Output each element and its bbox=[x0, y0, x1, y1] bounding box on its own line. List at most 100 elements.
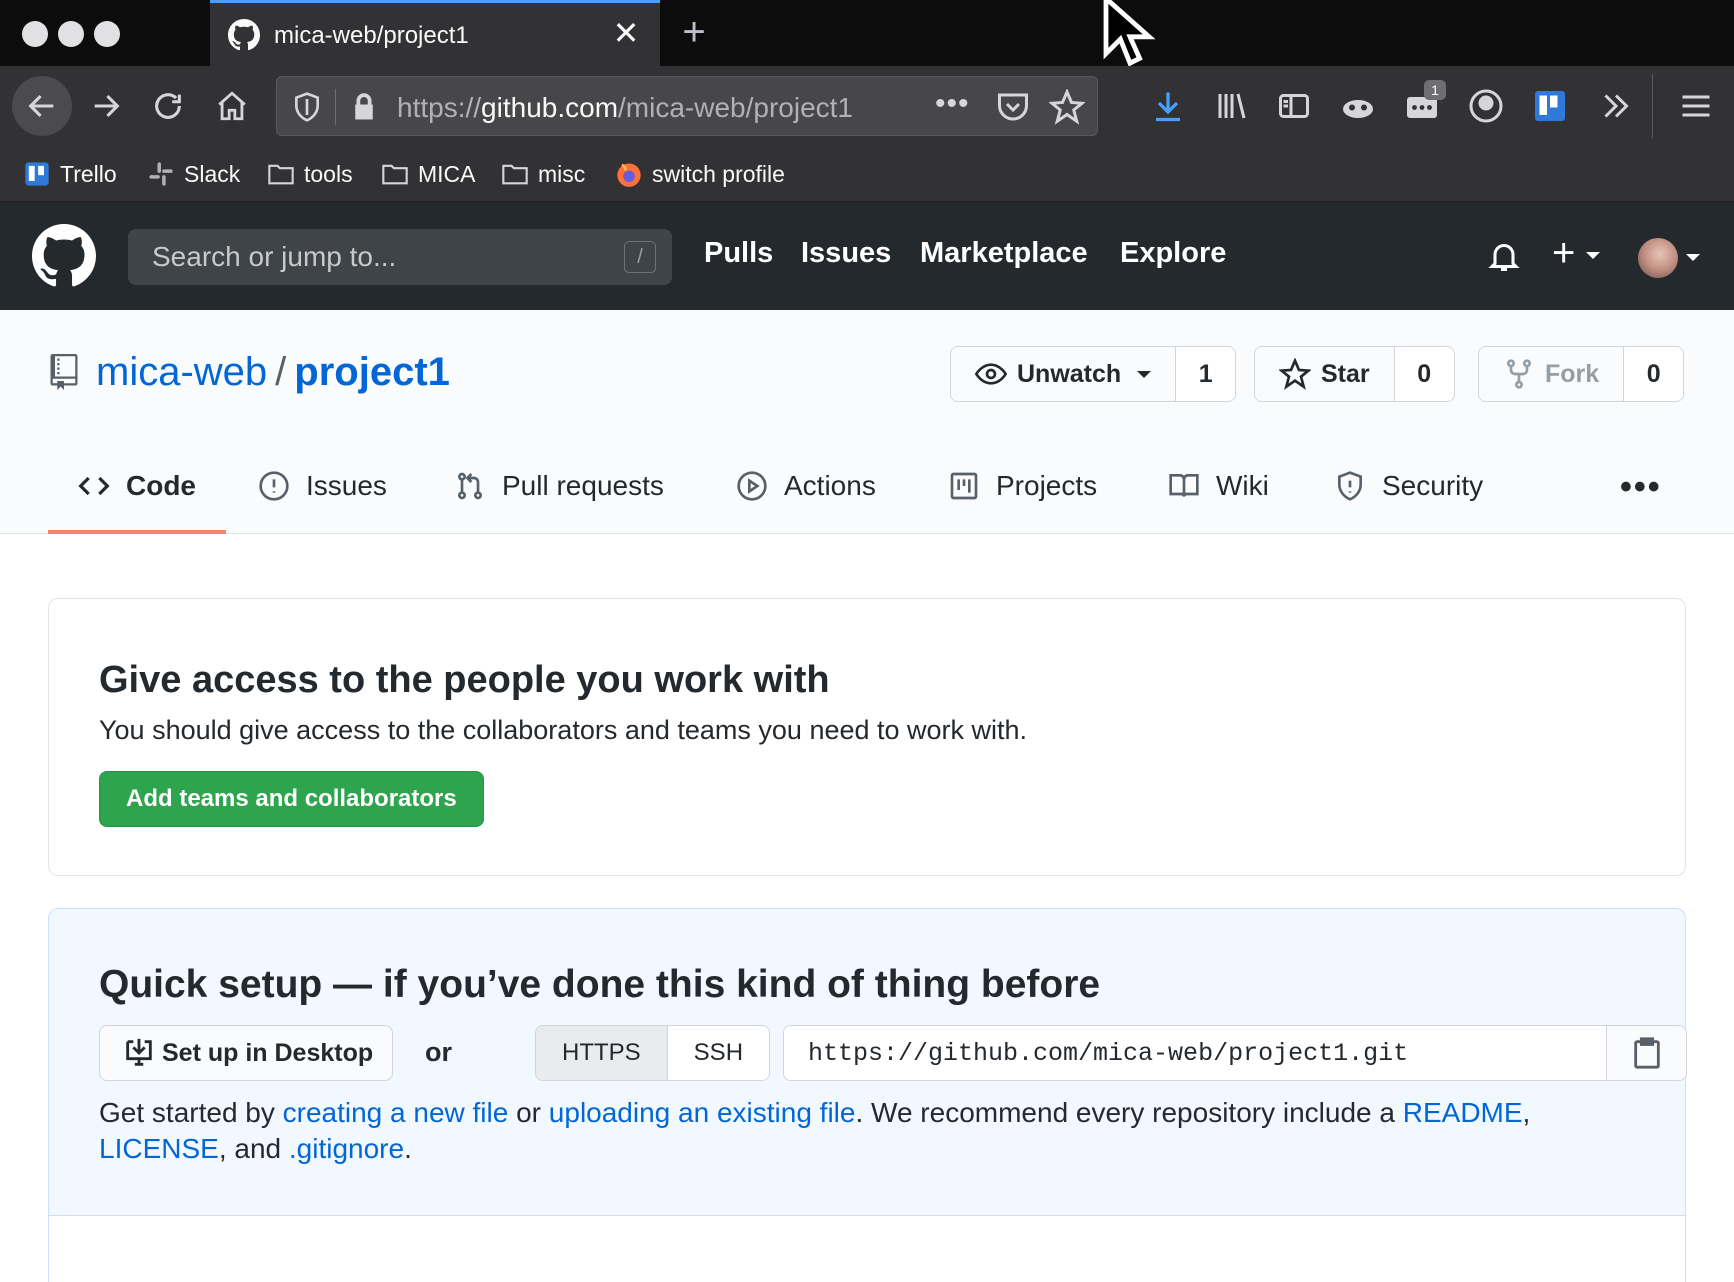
nav-link-explore[interactable]: Explore bbox=[1120, 237, 1226, 270]
bookmark-switch-profile[interactable]: switch profile bbox=[614, 158, 785, 190]
tab-label: Security bbox=[1382, 470, 1484, 501]
sidebar-toggle-icon[interactable] bbox=[1276, 88, 1312, 124]
book-icon bbox=[1169, 474, 1199, 497]
clone-url-input[interactable] bbox=[784, 1026, 1608, 1080]
bookmark-slack[interactable]: Slack bbox=[146, 158, 240, 190]
star-count[interactable]: 0 bbox=[1393, 347, 1454, 401]
readme-link[interactable]: README bbox=[1403, 1097, 1523, 1128]
star-button[interactable]: Star bbox=[1255, 347, 1394, 401]
slack-icon bbox=[149, 162, 173, 186]
chevron-down-icon bbox=[1137, 370, 1152, 378]
nav-link-pulls[interactable]: Pulls bbox=[704, 237, 773, 270]
quick-setup-title: Quick setup — if you’ve done this kind o… bbox=[99, 963, 1101, 1006]
bookmark-mica[interactable]: MICA bbox=[380, 158, 476, 190]
tab-code[interactable]: Code bbox=[48, 460, 226, 534]
bookmark-misc[interactable]: misc bbox=[500, 158, 585, 190]
shield-icon bbox=[1338, 471, 1362, 501]
back-button[interactable] bbox=[12, 76, 72, 136]
more-tabs-kebab-icon[interactable]: ••• bbox=[1620, 468, 1662, 507]
tab-label: Pull requests bbox=[502, 470, 664, 501]
creating-new-file-link[interactable]: creating a new file bbox=[283, 1097, 509, 1128]
home-button[interactable] bbox=[204, 78, 260, 134]
bookmark-star-icon[interactable] bbox=[1049, 89, 1085, 125]
forward-button[interactable] bbox=[78, 78, 134, 134]
user-avatar[interactable] bbox=[1638, 238, 1678, 278]
extension-badge: 1 bbox=[1424, 80, 1446, 100]
tab-actions[interactable]: Actions bbox=[736, 460, 876, 534]
add-teams-collaborators-button[interactable]: Add teams and collaborators bbox=[99, 771, 484, 827]
tab-label: Actions bbox=[784, 470, 876, 501]
browser-tab-active[interactable]: mica-web/project1 ✕ bbox=[210, 0, 660, 66]
chevron-down-icon[interactable] bbox=[1686, 254, 1700, 261]
chevron-down-icon bbox=[1586, 251, 1601, 259]
tab-projects[interactable]: Projects bbox=[948, 460, 1097, 534]
repo-owner-link[interactable]: mica-web bbox=[96, 350, 267, 394]
text-segment: Get started by bbox=[99, 1097, 283, 1128]
bookmark-trello[interactable]: Trello bbox=[22, 158, 117, 190]
pocket-icon[interactable] bbox=[995, 89, 1031, 125]
reload-button[interactable] bbox=[140, 78, 196, 134]
play-icon bbox=[737, 471, 767, 501]
hamburger-menu-icon[interactable] bbox=[1678, 88, 1714, 124]
copy-to-clipboard-button[interactable] bbox=[1606, 1026, 1686, 1080]
tab-close-icon[interactable]: ✕ bbox=[610, 17, 642, 49]
folder-icon bbox=[382, 164, 408, 185]
github-logo-icon[interactable] bbox=[32, 224, 96, 288]
extension-trello-icon[interactable] bbox=[1532, 88, 1568, 124]
or-label: or bbox=[425, 1037, 452, 1067]
fork-button[interactable]: Fork bbox=[1479, 347, 1624, 401]
tab-security[interactable]: Security bbox=[1334, 460, 1483, 534]
url-text[interactable]: https://github.com/mica-web/project1 bbox=[397, 92, 853, 124]
tab-issues[interactable]: Issues bbox=[258, 460, 387, 534]
clone-protocol-toggle: HTTPS SSH bbox=[535, 1025, 771, 1081]
window-close-button[interactable] bbox=[22, 21, 48, 47]
setup-in-desktop-button[interactable]: Set up in Desktop bbox=[99, 1025, 393, 1081]
downloads-icon[interactable] bbox=[1150, 88, 1186, 124]
bookmark-tools[interactable]: tools bbox=[266, 158, 353, 190]
bookmark-label: misc bbox=[538, 160, 586, 187]
fork-count[interactable]: 0 bbox=[1623, 347, 1684, 401]
fork-icon bbox=[1507, 359, 1531, 389]
gitignore-link[interactable]: .gitignore bbox=[289, 1133, 404, 1164]
repository-header: mica-web / project1 Unwatch 1 Star 0 Fork … bbox=[0, 310, 1734, 534]
url-bar[interactable]: https://github.com/mica-web/project1 ••• bbox=[276, 76, 1098, 136]
quick-setup-box: Quick setup — if you’ve done this kind o… bbox=[48, 908, 1687, 1282]
tracking-protection-shield-icon[interactable] bbox=[291, 91, 323, 123]
eye-icon bbox=[975, 363, 1007, 385]
nav-link-issues[interactable]: Issues bbox=[801, 237, 891, 270]
lock-icon[interactable] bbox=[349, 91, 379, 123]
search-input[interactable] bbox=[128, 229, 672, 285]
library-icon[interactable] bbox=[1214, 88, 1250, 124]
ssh-button[interactable]: SSH bbox=[667, 1026, 770, 1080]
browser-nav-bar: https://github.com/mica-web/project1 •••… bbox=[0, 66, 1734, 146]
repo-separator: / bbox=[275, 350, 287, 394]
uploading-existing-file-link[interactable]: uploading an existing file bbox=[549, 1097, 856, 1128]
tab-wiki[interactable]: Wiki bbox=[1168, 460, 1269, 534]
new-tab-button[interactable]: + bbox=[674, 12, 714, 52]
create-new-dropdown[interactable]: + bbox=[1552, 233, 1612, 274]
tab-label: Wiki bbox=[1216, 470, 1269, 501]
window-zoom-button[interactable] bbox=[94, 21, 120, 47]
tab-title: mica-web/project1 bbox=[274, 22, 469, 49]
desktop-download-icon bbox=[126, 1038, 152, 1066]
firefox-icon bbox=[617, 163, 641, 187]
tab-pull-requests[interactable]: Pull requests bbox=[454, 460, 664, 534]
notifications-bell-icon[interactable] bbox=[1486, 238, 1522, 274]
overflow-chevrons-icon[interactable] bbox=[1598, 88, 1634, 124]
page-actions-icon[interactable]: ••• bbox=[935, 89, 975, 125]
star-button-group: Star 0 bbox=[1254, 346, 1455, 402]
browser-tab-bar: mica-web/project1 ✕ + bbox=[0, 0, 1734, 67]
repo-name-link[interactable]: project1 bbox=[294, 350, 450, 394]
window-minimize-button[interactable] bbox=[58, 21, 84, 47]
nav-link-marketplace[interactable]: Marketplace bbox=[920, 237, 1088, 270]
star-label: Star bbox=[1321, 359, 1370, 388]
github-search: / bbox=[128, 229, 672, 285]
folder-icon bbox=[502, 164, 528, 185]
license-link[interactable]: LICENSE bbox=[99, 1133, 219, 1164]
account-circle-icon[interactable] bbox=[1468, 88, 1504, 124]
https-button[interactable]: HTTPS bbox=[536, 1026, 668, 1080]
unwatch-button[interactable]: Unwatch bbox=[951, 347, 1176, 401]
extension-raccoon-icon[interactable] bbox=[1340, 88, 1376, 124]
text-segment: , bbox=[1522, 1097, 1531, 1128]
watch-count[interactable]: 1 bbox=[1175, 347, 1236, 401]
